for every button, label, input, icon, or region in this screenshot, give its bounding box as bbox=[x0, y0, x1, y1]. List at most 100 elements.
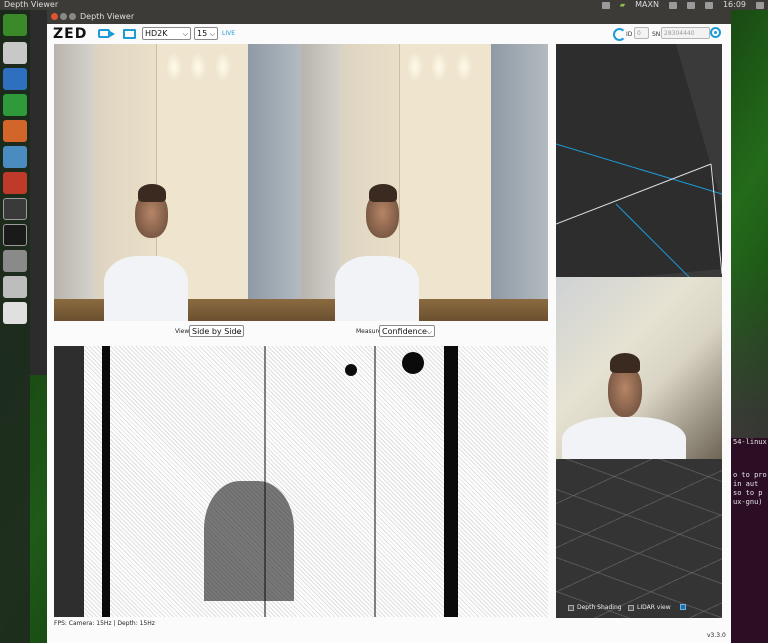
cloud-person-hair bbox=[610, 353, 640, 373]
confidence-edge bbox=[264, 346, 266, 617]
confidence-dark-region bbox=[444, 346, 458, 617]
lidar-view-checkbox[interactable] bbox=[628, 604, 634, 611]
background-window bbox=[30, 10, 47, 375]
launcher-terminal-icon[interactable] bbox=[3, 224, 27, 246]
terminal-line: ux-gnu) bbox=[733, 498, 763, 506]
confidence-map-image bbox=[54, 346, 548, 617]
measure-mode-select[interactable]: Confidence ⌵ bbox=[379, 325, 435, 337]
mail-icon[interactable] bbox=[601, 1, 610, 9]
clock[interactable]: 16:09 bbox=[723, 0, 746, 10]
volume-icon[interactable] bbox=[704, 1, 713, 9]
view-mode-select[interactable]: Side by Side ⌵ bbox=[189, 325, 244, 337]
confidence-dark-region bbox=[54, 346, 84, 617]
checked-checkbox[interactable] bbox=[680, 604, 686, 610]
launcher-updater-icon[interactable] bbox=[3, 198, 27, 220]
depth-viewer-window: Depth Viewer ZED HD2K ⌵ 15 ⌵ LIVE ID 0 S… bbox=[47, 10, 731, 643]
launcher-camera-icon[interactable] bbox=[3, 276, 27, 298]
depth-shading-label: Depth Shading bbox=[577, 604, 622, 611]
id-label: ID bbox=[626, 31, 633, 38]
depth-shading-checkbox[interactable] bbox=[568, 604, 574, 611]
point-cloud-view[interactable]: Depth Shading LIDAR view bbox=[556, 44, 722, 618]
resolution-value: HD2K bbox=[145, 29, 168, 38]
left-camera-image bbox=[54, 44, 301, 321]
network-icon[interactable] bbox=[686, 1, 695, 9]
launcher-settings-icon[interactable] bbox=[3, 172, 27, 194]
point-cloud-scene bbox=[556, 277, 722, 472]
cloud-dark-surface bbox=[556, 44, 722, 284]
open-door-image-part bbox=[491, 44, 548, 321]
launcher-search-icon[interactable] bbox=[3, 14, 27, 36]
depth-shading-option[interactable]: Depth Shading bbox=[568, 604, 622, 611]
ceiling-light bbox=[166, 52, 182, 82]
window-title: Depth Viewer bbox=[80, 12, 135, 21]
launcher-store-icon[interactable] bbox=[3, 146, 27, 168]
ceiling-light bbox=[190, 52, 206, 82]
id-field[interactable]: 0 bbox=[634, 27, 649, 39]
close-window-button[interactable] bbox=[51, 13, 58, 20]
background-terminal: 54-linux o to pro in aut so to p ux-gnu) bbox=[730, 438, 768, 643]
fps-value: 15 bbox=[197, 29, 208, 38]
terminal-line: so to p bbox=[733, 489, 763, 497]
settings-gear-icon[interactable] bbox=[710, 27, 721, 38]
confidence-noise bbox=[54, 346, 548, 617]
chevron-down-icon: ⌵ bbox=[182, 30, 188, 38]
refresh-icon[interactable] bbox=[613, 28, 626, 41]
chevron-down-icon: ⌵ bbox=[209, 30, 215, 38]
sn-label: SN bbox=[652, 31, 661, 38]
live-camera-icon[interactable] bbox=[98, 29, 115, 38]
confidence-dark-region bbox=[402, 352, 424, 374]
lidar-view-option[interactable]: LIDAR view bbox=[628, 604, 671, 611]
nvidia-power-mode[interactable]: MAXN bbox=[635, 0, 659, 10]
wardrobe-image-part bbox=[399, 44, 492, 299]
confidence-dark-region bbox=[102, 346, 110, 617]
ceiling-light bbox=[456, 52, 472, 82]
ceiling-light bbox=[431, 52, 447, 82]
lidar-view-label: LIDAR view bbox=[637, 604, 671, 611]
launcher-files-icon[interactable] bbox=[3, 42, 27, 64]
open-folder-icon[interactable] bbox=[123, 29, 136, 39]
measure-label: Measure bbox=[356, 328, 382, 335]
ground-grid bbox=[556, 459, 722, 618]
person-shirt bbox=[104, 256, 188, 321]
person-hair bbox=[138, 184, 166, 202]
confidence-dark-region bbox=[204, 481, 294, 601]
terminal-line: in aut bbox=[733, 480, 759, 488]
resolution-select[interactable]: HD2K ⌵ bbox=[142, 27, 191, 40]
launcher-sidebar bbox=[0, 10, 30, 643]
view-mode-value: Side by Side bbox=[192, 327, 242, 336]
top-bar-app-title: Depth Viewer bbox=[4, 0, 59, 9]
right-camera-image bbox=[301, 44, 548, 321]
maximize-window-button[interactable] bbox=[69, 13, 76, 20]
toolbar: ZED HD2K ⌵ 15 ⌵ LIVE ID 0 SN 28304440 bbox=[47, 24, 731, 44]
fps-select[interactable]: 15 ⌵ bbox=[194, 27, 218, 40]
bluetooth-icon[interactable] bbox=[668, 1, 677, 9]
terminal-line: 54-linux bbox=[733, 438, 767, 446]
chevron-down-icon: ⌵ bbox=[235, 328, 241, 336]
launcher-help-icon[interactable] bbox=[3, 250, 27, 272]
launcher-impress-icon[interactable] bbox=[3, 120, 27, 142]
third-option[interactable] bbox=[680, 604, 686, 610]
launcher-writer-icon[interactable] bbox=[3, 68, 27, 90]
ceiling-light bbox=[407, 52, 423, 82]
launcher-drive-icon[interactable] bbox=[3, 302, 27, 324]
version-label: v3.3.0 bbox=[707, 632, 726, 639]
door-image-part bbox=[54, 44, 94, 321]
chevron-down-icon: ⌵ bbox=[426, 328, 432, 336]
ceiling-light bbox=[215, 52, 231, 82]
nvidia-icon[interactable]: ▰ bbox=[620, 0, 625, 10]
live-indicator: LIVE bbox=[222, 30, 236, 37]
measure-mode-value: Confidence bbox=[382, 327, 427, 336]
confidence-dark-region bbox=[345, 364, 357, 376]
view-label: View bbox=[175, 328, 190, 335]
fps-status: FPS: Camera: 15Hz | Depth: 15Hz bbox=[54, 620, 155, 627]
sn-field[interactable]: 28304440 bbox=[661, 27, 710, 39]
window-titlebar[interactable]: Depth Viewer bbox=[47, 10, 731, 24]
power-icon[interactable] bbox=[756, 1, 764, 9]
confidence-edge bbox=[374, 346, 376, 617]
system-top-bar: Depth Viewer ▰ MAXN 16:09 bbox=[0, 0, 768, 10]
person-hair bbox=[369, 184, 397, 202]
minimize-window-button[interactable] bbox=[60, 13, 67, 20]
zed-logo: ZED bbox=[53, 26, 88, 42]
launcher-calc-icon[interactable] bbox=[3, 94, 27, 116]
open-door-image-part bbox=[248, 44, 301, 321]
